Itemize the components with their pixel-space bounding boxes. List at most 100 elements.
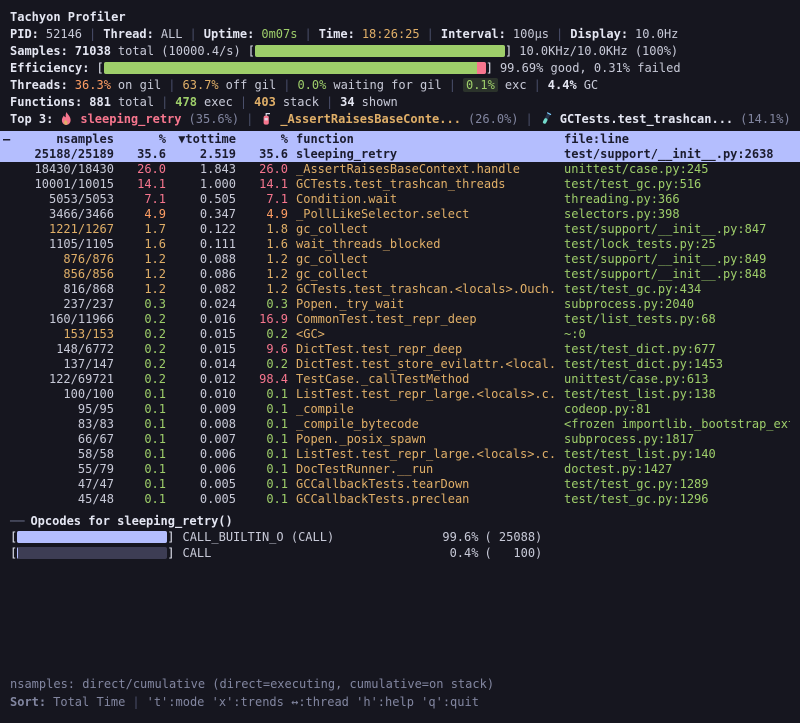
scroll-indicator: — <box>3 131 10 147</box>
column-header-cumulative-pct[interactable]: % <box>244 131 288 147</box>
cell-cumulative-pct: 0.2 <box>244 327 288 342</box>
separator: | <box>283 78 290 92</box>
table-row[interactable]: 856/8561.20.0861.2gc_collecttest/support… <box>0 267 800 282</box>
cell-function: GCCallbackTests.preclean <box>296 492 556 507</box>
opcode-count: ( 100) <box>484 546 542 560</box>
cell-nsamples: 876/876 <box>10 252 114 267</box>
separator: | <box>190 27 197 41</box>
opcodes-title: Opcodes for sleeping_retry() <box>30 514 232 528</box>
cell-function: gc_collect <box>296 222 556 237</box>
cell-direct-pct: 0.2 <box>122 372 166 387</box>
table-row[interactable]: 10001/1001514.11.00014.1GCTests.test_tra… <box>0 177 800 192</box>
table-row[interactable]: 153/1530.20.0150.2<GC>~:0 <box>0 327 800 342</box>
cell-file-line: doctest.py:1427 <box>564 462 790 477</box>
thread-value[interactable]: ALL <box>161 27 183 41</box>
cell-nsamples: 237/237 <box>10 297 114 312</box>
cell-tottime: 0.008 <box>174 417 236 432</box>
table-row[interactable]: 5053/50537.10.5057.1Condition.waitthread… <box>0 192 800 207</box>
table-row[interactable]: 55/790.10.0060.1DocTestRunner.__rundocte… <box>0 462 800 477</box>
threads-line: Threads: 36.3% on gil | 63.7% off gil | … <box>10 76 790 93</box>
threads-waiting-text: waiting for gil <box>333 78 441 92</box>
cell-direct-pct: 0.1 <box>122 447 166 462</box>
top3-line: Top 3: sleeping_retry (35.6%) | _AssertR… <box>10 110 790 127</box>
fire-icon <box>60 112 73 125</box>
functions-exec: 478 <box>175 95 197 109</box>
cell-tottime: 0.088 <box>174 252 236 267</box>
samples-line: Samples: 71038 total (10000.4/s) [ ] 10.… <box>10 42 790 59</box>
opcode-row: [ ] CALL 0.4% ( 100) <box>10 545 790 561</box>
cell-file-line: unittest/case.py:245 <box>564 162 790 177</box>
column-header-tottime[interactable]: ▼tottime <box>174 131 236 147</box>
cell-tottime: 1.843 <box>174 162 236 177</box>
efficiency-label: Efficiency: <box>10 61 89 75</box>
table-row[interactable]: 45/480.10.0050.1GCCallbackTests.preclean… <box>0 492 800 507</box>
cell-function: DocTestRunner.__run <box>296 462 556 477</box>
cell-direct-pct: 7.1 <box>122 192 166 207</box>
threads-label: Threads: <box>10 78 68 92</box>
table-row[interactable]: 137/1470.20.0140.2DictTest.test_store_ev… <box>0 357 800 372</box>
cell-tottime: 0.010 <box>174 387 236 402</box>
table-row[interactable]: 3466/34664.90.3474.9_PollLikeSelector.se… <box>0 207 800 222</box>
cell-nsamples: 148/6772 <box>10 342 114 357</box>
table-row[interactable]: 18430/1843026.01.84326.0_AssertRaisesBas… <box>0 162 800 177</box>
separator: | <box>161 95 168 109</box>
table-row[interactable]: 66/670.10.0070.1Popen._posix_spawnsubpro… <box>0 432 800 447</box>
threads-off-gil-value: 63.7% <box>183 78 219 92</box>
cell-function: _PollLikeSelector.select <box>296 207 556 222</box>
column-header-nsamples[interactable]: nsamples <box>10 131 114 147</box>
separator: | <box>526 112 533 126</box>
cell-function: Condition.wait <box>296 192 556 207</box>
cell-cumulative-pct: 0.1 <box>244 432 288 447</box>
table-row[interactable]: 100/1000.10.0100.1ListTest.test_repr_lar… <box>0 387 800 402</box>
samples-value: 71038 <box>75 44 111 58</box>
table-row[interactable]: 47/470.10.0050.1GCCallbackTests.tearDown… <box>0 477 800 492</box>
display-label: Display: <box>570 27 628 41</box>
table-row[interactable]: 1221/12671.70.1221.8gc_collecttest/suppo… <box>0 222 800 237</box>
cell-tottime: 0.015 <box>174 327 236 342</box>
cell-nsamples: 83/83 <box>10 417 114 432</box>
cell-function: _compile_bytecode <box>296 417 556 432</box>
column-header-file-line[interactable]: file:line <box>564 131 790 147</box>
table-row[interactable]: 148/67720.20.0159.6DictTest.test_repr_de… <box>0 342 800 357</box>
table-row[interactable]: 122/697210.20.01298.4TestCase._callTestM… <box>0 372 800 387</box>
table-row[interactable]: 237/2370.30.0240.3Popen._try_waitsubproc… <box>0 297 800 312</box>
table-row[interactable]: 58/580.10.0060.1ListTest.test_repr_large… <box>0 447 800 462</box>
cell-direct-pct: 0.1 <box>122 462 166 477</box>
table-row[interactable]: 876/8761.20.0881.2gc_collecttest/support… <box>0 252 800 267</box>
samples-label: Samples: <box>10 44 68 58</box>
separator: | <box>168 78 175 92</box>
top3-label: Top 3: <box>10 112 53 126</box>
cell-file-line: test/support/__init__.py:848 <box>564 267 790 282</box>
cell-nsamples: 25188/25189 <box>10 147 114 162</box>
cell-direct-pct: 0.1 <box>122 492 166 507</box>
cell-nsamples: 816/868 <box>10 282 114 297</box>
cell-cumulative-pct: 0.1 <box>244 477 288 492</box>
cell-direct-pct: 0.2 <box>122 312 166 327</box>
table-row[interactable]: 95/950.10.0090.1_compilecodeop.py:81 <box>0 402 800 417</box>
table-row[interactable]: 160/119660.20.01616.9CommonTest.test_rep… <box>0 312 800 327</box>
cell-file-line: ~:0 <box>564 327 790 342</box>
table-row[interactable]: 25188/2518935.62.51935.6sleeping_retryte… <box>0 147 800 162</box>
threads-waiting-value: 0.0% <box>297 78 326 92</box>
column-header-direct-pct[interactable]: % <box>122 131 166 147</box>
separator: | <box>89 27 96 41</box>
cell-tottime: 0.007 <box>174 432 236 447</box>
top3-item-3-name: GCTests.test_trashcan... <box>560 112 733 126</box>
threads-on-gil-text: on gil <box>118 78 161 92</box>
uptime-value: 0m07s <box>261 27 297 41</box>
cell-cumulative-pct: 14.1 <box>244 177 288 192</box>
status-line: PID: 52146 | Thread: ALL | Uptime: 0m07s… <box>10 25 790 42</box>
cell-cumulative-pct: 1.2 <box>244 267 288 282</box>
cell-nsamples: 10001/10015 <box>10 177 114 192</box>
table-row[interactable]: 816/8681.20.0821.2GCTests.test_trashcan.… <box>0 282 800 297</box>
cell-file-line: test/test_list.py:138 <box>564 387 790 402</box>
table-row[interactable]: 83/830.10.0080.1_compile_bytecode<frozen… <box>0 417 800 432</box>
samples-rate-bar: [ ] <box>248 44 512 58</box>
column-header-function[interactable]: function <box>296 131 556 147</box>
cell-cumulative-pct: 1.2 <box>244 282 288 297</box>
opcode-name: CALL <box>182 546 422 560</box>
cell-file-line: test/support/__init__.py:2638 <box>564 147 790 162</box>
cell-direct-pct: 0.1 <box>122 402 166 417</box>
table-row[interactable]: 1105/11051.60.1111.6wait_threads_blocked… <box>0 237 800 252</box>
cell-file-line: threading.py:366 <box>564 192 790 207</box>
